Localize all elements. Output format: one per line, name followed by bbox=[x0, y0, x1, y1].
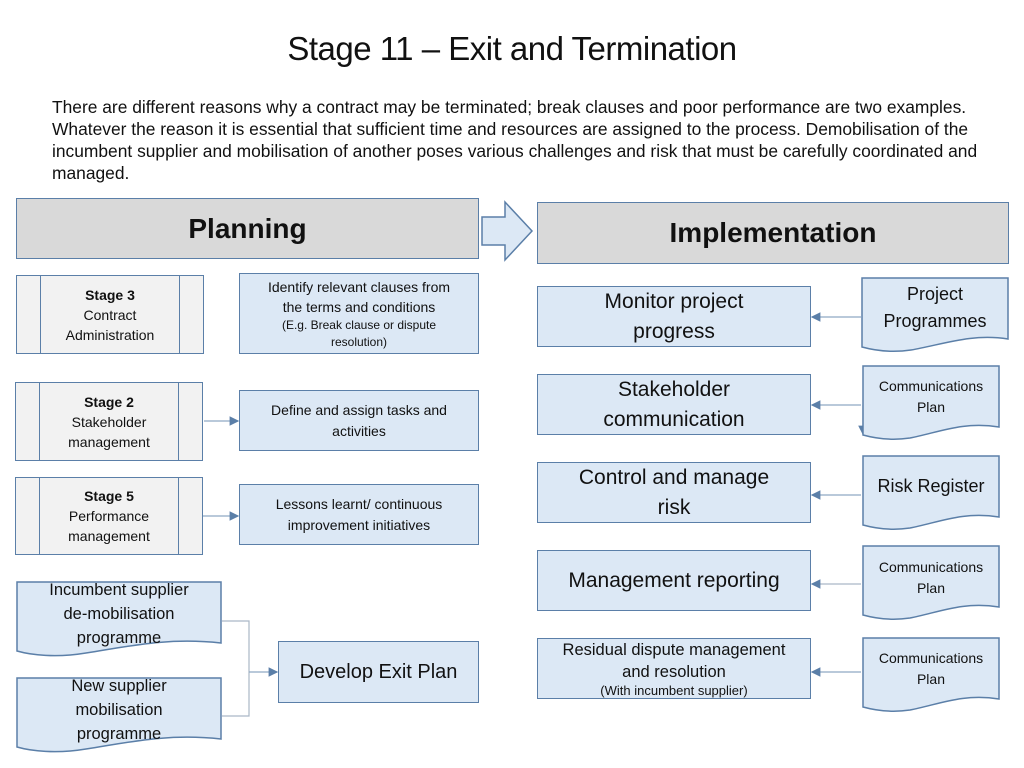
doc-text: Project bbox=[906, 284, 964, 304]
box-text: Define and assign tasks and bbox=[271, 401, 447, 418]
box-text: progress bbox=[633, 319, 715, 343]
monitor-progress-box: Monitor project progress bbox=[537, 286, 811, 347]
box-text: Monitor project bbox=[604, 289, 744, 313]
communications-plan-doc-3: Communications Plan bbox=[862, 637, 1000, 715]
box-text: activities bbox=[332, 422, 386, 439]
stakeholder-communication-box: Stakeholder communication bbox=[537, 374, 811, 435]
box-text: Management reporting bbox=[568, 568, 780, 592]
box-text: improvement initiatives bbox=[287, 516, 431, 533]
planning-to-implementation-arrow bbox=[481, 200, 534, 262]
stage-desc: management bbox=[68, 433, 150, 450]
stage-desc: management bbox=[68, 528, 150, 544]
stage-desc: Contract bbox=[83, 306, 137, 323]
doc-text: Communications bbox=[878, 650, 984, 666]
stage-label: Stage 2 bbox=[84, 393, 134, 410]
doc-text: programme bbox=[76, 725, 162, 743]
connector-new-to-exit bbox=[222, 672, 250, 717]
new-supplier-doc: New supplier mobilisation programme bbox=[16, 677, 222, 755]
stage-label: Stage 3 bbox=[85, 286, 135, 303]
stage-label: Stage 5 bbox=[84, 488, 134, 504]
box-text: Residual dispute management bbox=[562, 641, 786, 659]
incumbent-supplier-doc: Incumbent supplier de-mobilisation progr… bbox=[16, 581, 222, 659]
communications-plan-doc-1: Communications Plan bbox=[862, 365, 1000, 443]
slide-title: Stage 11 – Exit and Termination bbox=[287, 30, 737, 67]
stage-3-box: Stage 3 Contract Administration bbox=[16, 275, 204, 354]
doc-text: Incumbent supplier bbox=[49, 581, 189, 599]
stage-2-box: Stage 2 Stakeholder management bbox=[15, 382, 203, 461]
doc-text: de-mobilisation bbox=[63, 605, 175, 623]
box-text: Identify relevant clauses from bbox=[267, 278, 451, 295]
box-text: Control and manage bbox=[578, 465, 770, 489]
identify-clauses-box: Identify relevant clauses from the terms… bbox=[239, 273, 479, 354]
develop-exit-plan-box: Develop Exit Plan bbox=[278, 641, 479, 703]
implementation-header-label: Implementation bbox=[669, 217, 877, 248]
box-note: resolution) bbox=[330, 334, 388, 349]
management-reporting-box: Management reporting bbox=[537, 550, 811, 611]
planning-header: Planning bbox=[16, 198, 479, 259]
box-text: risk bbox=[657, 495, 691, 519]
lessons-learnt-box: Lessons learnt/ continuous improvement i… bbox=[239, 484, 479, 545]
doc-text: Plan bbox=[916, 580, 945, 596]
box-text: communication bbox=[603, 407, 745, 431]
doc-text: Plan bbox=[916, 399, 945, 415]
doc-text: Plan bbox=[916, 671, 945, 687]
implementation-header: Implementation bbox=[537, 202, 1009, 264]
control-risk-box: Control and manage risk bbox=[537, 462, 811, 523]
doc-text: Communications bbox=[878, 378, 984, 394]
stage-desc: Administration bbox=[65, 326, 155, 343]
residual-dispute-box: Residual dispute management and resoluti… bbox=[537, 638, 811, 699]
box-text: Lessons learnt/ continuous bbox=[275, 495, 443, 512]
box-note: (E.g. Break clause or dispute bbox=[281, 317, 437, 332]
box-text: Stakeholder bbox=[617, 377, 731, 401]
doc-text: mobilisation bbox=[75, 701, 163, 719]
box-text: and resolution bbox=[622, 663, 726, 681]
connector-incumbent-to-exit bbox=[222, 620, 250, 672]
stage-desc: Performance bbox=[68, 508, 150, 524]
define-tasks-box: Define and assign tasks and activities bbox=[239, 390, 479, 451]
box-text: Develop Exit Plan bbox=[299, 660, 458, 683]
risk-register-doc: Risk Register bbox=[862, 455, 1000, 533]
box-text: the terms and conditions bbox=[282, 298, 436, 315]
box-note: (With incumbent supplier) bbox=[600, 683, 748, 698]
doc-text: Programmes bbox=[883, 311, 987, 331]
stage-desc: Stakeholder bbox=[71, 413, 147, 430]
communications-plan-doc-2: Communications Plan bbox=[862, 545, 1000, 623]
doc-text: programme bbox=[76, 629, 162, 647]
doc-text: New supplier bbox=[71, 677, 167, 695]
doc-text: Communications bbox=[878, 559, 984, 575]
project-programmes-doc: Project Programmes bbox=[861, 277, 1009, 355]
intro-paragraph: There are different reasons why a contra… bbox=[52, 97, 978, 183]
planning-header-label: Planning bbox=[188, 212, 307, 244]
doc-text: Risk Register bbox=[877, 476, 985, 496]
stage-5-box: Stage 5 Performance management bbox=[15, 477, 203, 555]
